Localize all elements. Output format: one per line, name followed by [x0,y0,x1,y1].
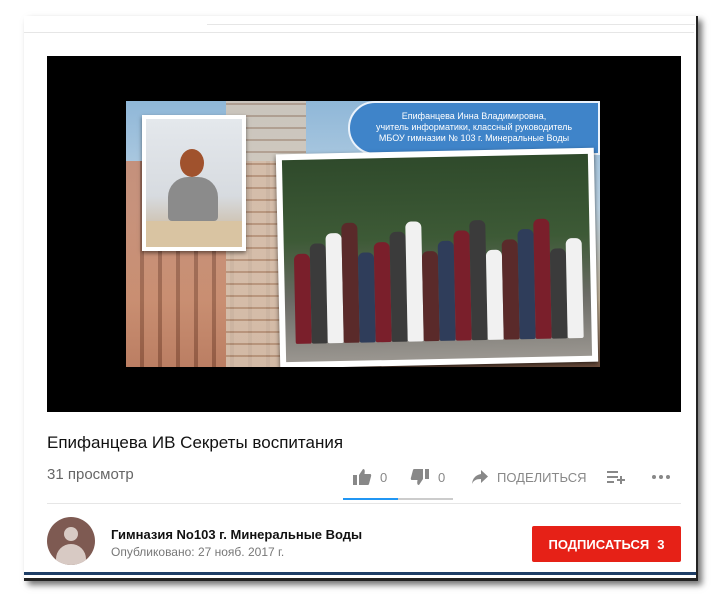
section-divider [47,503,681,504]
like-ratio-fill [343,498,398,500]
student-figure [293,253,312,344]
student-figure [405,221,424,342]
student-figure [469,219,488,341]
more-icon [652,475,670,479]
portrait-desk [146,221,242,247]
student-figure [485,249,504,340]
student-figure [341,222,360,343]
student-figure [565,237,584,339]
bottom-bar [24,572,696,575]
student-figure [357,252,376,343]
add-to-playlist-icon [607,471,625,484]
like-count: 0 [380,469,388,485]
publish-date: Опубликовано: 27 нояб. 2017 г. [111,545,285,559]
subscribe-label: ПОДПИСАТЬСЯ [548,536,650,552]
video-title: Епифанцева ИВ Секреты воспитания [47,433,344,452]
thumb-up-icon [353,469,372,485]
caption-line-1: Епифанцева Инна Владимировна, [401,111,547,121]
portrait-body [168,177,218,221]
subscribe-button[interactable]: ПОДПИСАТЬСЯ 3 [532,526,681,562]
add-to-playlist-button[interactable] [606,466,626,488]
caption-line-2: учитель информатики, классный руководите… [375,122,573,132]
share-icon [472,470,488,484]
channel-name[interactable]: Гимназия No103 г. Минеральные Воды [111,527,362,542]
more-button[interactable] [651,466,671,488]
channel-avatar[interactable] [47,517,95,565]
top-divider [24,32,694,33]
slide-caption: Епифанцева Инна Владимировна, учитель ин… [348,101,600,155]
teacher-portrait [142,115,246,251]
share-button[interactable]: ПОДЕЛИТЬСЯ [471,466,586,488]
like-button[interactable]: 0 [352,466,387,488]
top-divider-stub [207,24,695,25]
class-photo [275,147,599,367]
video-player[interactable]: Епифанцева Инна Владимировна, учитель ин… [47,56,681,412]
subscriber-count: 3 [657,536,665,552]
caption-line-3: МБОУ гимназии № 103 г. Минеральные Воды [378,133,570,143]
dislike-button[interactable]: 0 [410,466,445,488]
student-figure [549,248,568,339]
view-count: 31 просмотр [47,466,134,483]
video-frame: Епифанцева Инна Владимировна, учитель ин… [126,101,600,367]
student-figure [421,250,440,342]
portrait-head [180,149,204,177]
thumb-down-icon [410,469,429,485]
dislike-count: 0 [438,469,446,485]
share-label: ПОДЕЛИТЬСЯ [497,469,587,485]
student-figure [533,218,552,339]
